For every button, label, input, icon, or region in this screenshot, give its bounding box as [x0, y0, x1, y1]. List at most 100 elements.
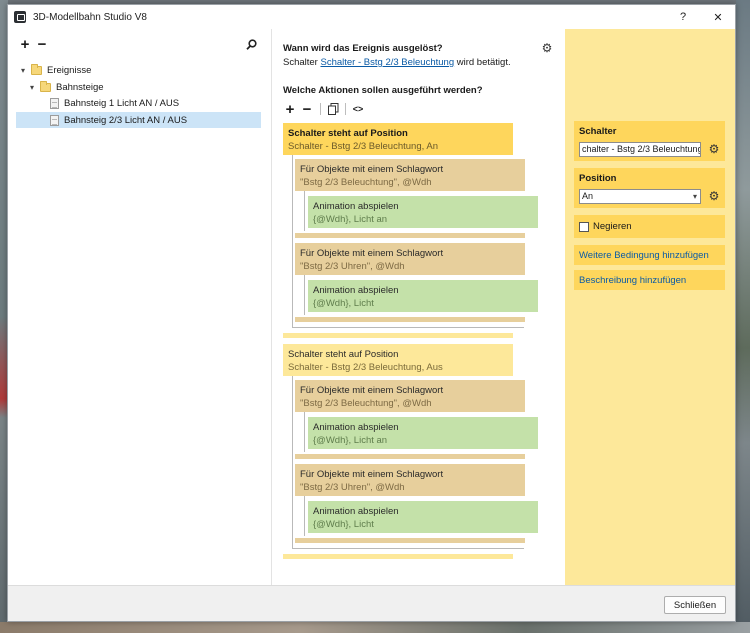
tree-item-bahnsteig-2-3[interactable]: Bahnsteig 2/3 Licht AN / AUS [16, 112, 261, 128]
dialog-footer: Schließen [8, 585, 735, 621]
tree-item-label: Bahnsteig 1 Licht AN / AUS [64, 97, 180, 109]
tree-connector [304, 412, 305, 452]
close-window-button[interactable]: ✕ [703, 5, 733, 29]
position-select[interactable]: An ▾ [579, 189, 701, 204]
add-description-link[interactable]: Beschreibung hinzufügen [579, 275, 686, 286]
event-tree-pane: + − ▾ Ereignisse ▾ Bahnsteige Bahnsteig … [8, 29, 272, 585]
tree-item-label: Ereignisse [47, 64, 92, 76]
tree-connector [292, 155, 293, 327]
chevron-down-icon[interactable]: ▾ [18, 66, 28, 75]
add-button[interactable]: + [18, 37, 32, 52]
condition-title: Schalter steht auf Position [288, 349, 399, 360]
condition-title: Schalter steht auf Position [288, 128, 408, 139]
filter-title: Für Objekte mit einem Schlagwort [300, 385, 444, 396]
toolbar-separator [320, 103, 321, 115]
tree-connector [304, 191, 305, 231]
app-icon [14, 11, 26, 23]
add-action-button[interactable]: + [283, 102, 297, 117]
remove-action-button[interactable]: − [300, 102, 314, 117]
help-button[interactable]: ? [668, 5, 698, 29]
tree-item-label: Bahnsteig 2/3 Licht AN / AUS [64, 114, 188, 126]
animation-title: Animation abspielen [313, 201, 399, 212]
animation-title: Animation abspielen [313, 506, 399, 517]
filter-block-end [295, 317, 525, 322]
actions-toolbar: + − <> [283, 102, 553, 117]
filter-block[interactable]: Für Objekte mit einem Schlagwort "Bstg 2… [295, 159, 525, 191]
document-icon [50, 97, 59, 109]
tree-connector [292, 327, 524, 328]
event-editor-pane: Wann wird das Ereignis ausgelöst? ⚙ Scha… [273, 29, 565, 585]
close-button[interactable]: Schließen [664, 596, 726, 614]
position-property-card: Position An ▾ ⚙ [574, 168, 725, 208]
condition-subtitle: Schalter - Bstg 2/3 Beleuchtung, An [288, 141, 438, 152]
tree-item-ereignisse[interactable]: ▾ Ereignisse [18, 62, 268, 78]
trigger-description: Schalter Schalter - Bstg 2/3 Beleuchtung… [283, 57, 511, 68]
switch-settings-gear-icon[interactable]: ⚙ [708, 143, 720, 155]
search-icon[interactable] [244, 37, 258, 51]
condition-block-end [283, 554, 513, 559]
trigger-settings-gear-icon[interactable]: ⚙ [541, 42, 553, 54]
position-settings-gear-icon[interactable]: ⚙ [708, 190, 720, 202]
switch-input[interactable]: chalter - Bstg 2/3 Beleuchtung [579, 142, 701, 157]
filter-block[interactable]: Für Objekte mit einem Schlagwort "Bstg 2… [295, 380, 525, 412]
filter-subtitle: "Bstg 2/3 Uhren", @Wdh [300, 482, 405, 493]
trigger-switch-link[interactable]: Schalter - Bstg 2/3 Beleuchtung [321, 57, 455, 68]
filter-title: Für Objekte mit einem Schlagwort [300, 469, 444, 480]
background-scenery-bottom [0, 622, 750, 633]
add-description-card: Beschreibung hinzufügen [574, 270, 725, 290]
animation-subtitle: {@Wdh}, Licht an [313, 214, 388, 225]
condition-block-on[interactable]: Schalter steht auf Position Schalter - B… [283, 123, 513, 155]
animation-block[interactable]: Animation abspielen {@Wdh}, Licht [308, 280, 538, 312]
actions-heading: Welche Aktionen sollen ausgeführt werden… [283, 85, 483, 96]
condition-block-off[interactable]: Schalter steht auf Position Schalter - B… [283, 344, 513, 376]
filter-title: Für Objekte mit einem Schlagwort [300, 248, 444, 259]
animation-subtitle: {@Wdh}, Licht an [313, 435, 388, 446]
copy-icon[interactable] [326, 102, 340, 116]
negate-checkbox[interactable] [579, 222, 589, 232]
folder-icon [31, 63, 42, 75]
position-selected-value: An [582, 191, 594, 201]
filter-block[interactable]: Für Objekte mit einem Schlagwort "Bstg 2… [295, 464, 525, 496]
event-dialog: 3D-Modellbahn Studio V8 ? ✕ + − ▾ Ereign… [7, 4, 736, 622]
remove-button[interactable]: − [35, 37, 49, 52]
chevron-down-icon[interactable]: ▾ [27, 83, 37, 92]
negate-label: Negieren [593, 221, 632, 232]
chevron-down-icon: ▾ [692, 192, 697, 201]
filter-block-end [295, 454, 525, 459]
script-icon[interactable]: <> [351, 102, 365, 116]
filter-block-end [295, 538, 525, 543]
animation-block[interactable]: Animation abspielen {@Wdh}, Licht an [308, 417, 538, 449]
animation-title: Animation abspielen [313, 422, 399, 433]
tree-item-bahnsteig-1[interactable]: Bahnsteig 1 Licht AN / AUS [16, 95, 261, 111]
animation-block[interactable]: Animation abspielen {@Wdh}, Licht an [308, 196, 538, 228]
animation-block[interactable]: Animation abspielen {@Wdh}, Licht [308, 501, 538, 533]
trigger-prefix: Schalter [283, 57, 318, 68]
properties-pane: Schalter chalter - Bstg 2/3 Beleuchtung … [565, 29, 735, 585]
add-condition-link[interactable]: Weitere Bedingung hinzufügen [579, 250, 709, 261]
negate-card: Negieren [574, 215, 725, 238]
tree-connector [292, 376, 293, 548]
document-icon [50, 114, 59, 126]
tree-connector [304, 496, 305, 536]
condition-block-end [283, 333, 513, 338]
window-title: 3D-Modellbahn Studio V8 [33, 11, 147, 23]
tree-toolbar: + − [18, 37, 268, 53]
position-label: Position [579, 173, 617, 184]
filter-block[interactable]: Für Objekte mit einem Schlagwort "Bstg 2… [295, 243, 525, 275]
filter-title: Für Objekte mit einem Schlagwort [300, 164, 444, 175]
tree-connector [304, 275, 305, 315]
tree-connector [292, 548, 524, 549]
trigger-suffix: wird betätigt. [456, 57, 511, 68]
switch-label: Schalter [579, 126, 617, 137]
tree-item-bahnsteige[interactable]: ▾ Bahnsteige [27, 79, 268, 95]
animation-title: Animation abspielen [313, 285, 399, 296]
filter-subtitle: "Bstg 2/3 Beleuchtung", @Wdh [300, 398, 432, 409]
filter-subtitle: "Bstg 2/3 Uhren", @Wdh [300, 261, 405, 272]
switch-property-card: Schalter chalter - Bstg 2/3 Beleuchtung … [574, 121, 725, 161]
title-bar: 3D-Modellbahn Studio V8 ? ✕ [8, 5, 735, 29]
condition-subtitle: Schalter - Bstg 2/3 Beleuchtung, Aus [288, 362, 443, 373]
toolbar-separator [345, 103, 346, 115]
folder-icon [40, 80, 51, 92]
filter-subtitle: "Bstg 2/3 Beleuchtung", @Wdh [300, 177, 432, 188]
trigger-heading: Wann wird das Ereignis ausgelöst? [283, 43, 443, 54]
